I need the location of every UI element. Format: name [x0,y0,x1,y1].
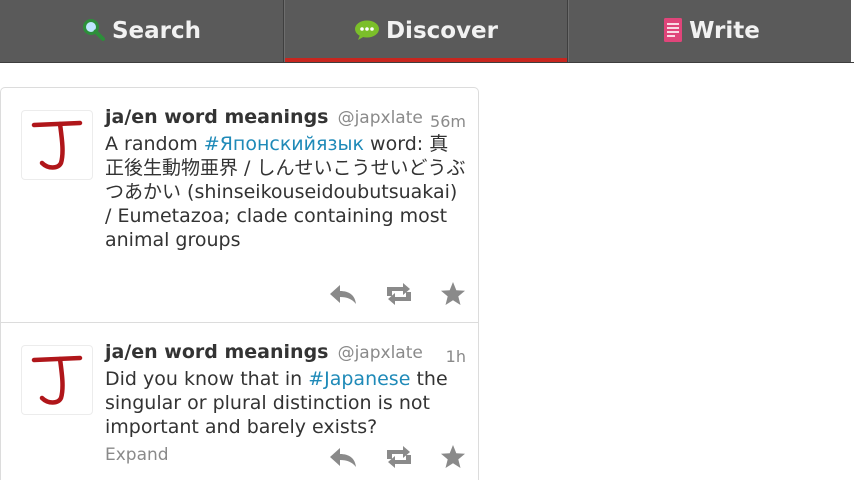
retweet-icon[interactable] [383,443,415,471]
tweet-text-start: Did you know that in [105,368,309,390]
speech-bubble-icon [354,19,380,47]
tweet-text-start: A random [105,133,204,155]
timeline: ja/en word meanings @japxlate 56m A rand… [0,87,479,480]
reply-icon[interactable] [327,280,359,308]
avatar[interactable] [21,345,93,415]
tab-write[interactable]: Write [568,0,854,62]
avatar-letter-j-icon [31,355,83,405]
tab-search[interactable]: Search [0,0,284,62]
notepad-icon [663,17,683,49]
expand-link[interactable]: Expand [105,445,169,465]
author-handle[interactable]: @japxlate [338,343,423,363]
hashtag-link[interactable]: #Японскийязык [204,133,364,155]
retweet-icon[interactable] [383,280,415,308]
tweet-actions [327,443,473,471]
tweet-text: A random #Японскийязык word: 真正後生動物亜界 / … [105,132,467,252]
reply-icon[interactable] [327,443,359,471]
author-name[interactable]: ja/en word meanings [105,106,328,128]
tweet-timestamp: 56m [430,112,466,131]
hashtag-link[interactable]: #Japanese [308,368,410,390]
top-tab-bar: Search Discover Write [0,0,854,63]
tweet-header: ja/en word meanings @japxlate 1h [105,341,466,369]
magnifier-icon [82,18,106,48]
author-name[interactable]: ja/en word meanings [105,341,328,363]
avatar-letter-j-icon [31,120,83,170]
tab-discover-label: Discover [385,18,499,44]
favorite-star-icon[interactable] [439,443,471,471]
tab-write-label: Write [689,18,760,44]
favorite-star-icon[interactable] [439,280,471,308]
tweet-item[interactable]: ja/en word meanings @japxlate 56m A rand… [1,88,478,323]
tab-search-label: Search [111,18,202,44]
author-handle[interactable]: @japxlate [338,108,423,128]
tab-discover[interactable]: Discover [284,0,568,62]
avatar[interactable] [21,110,93,180]
tweet-actions [327,280,473,308]
tweet-item[interactable]: ja/en word meanings @japxlate 1h Did you… [1,323,478,481]
tweet-timestamp: 1h [445,347,466,366]
tweet-text: Did you know that in #Japanese the singu… [105,367,467,439]
tweet-header: ja/en word meanings @japxlate 56m [105,106,466,134]
